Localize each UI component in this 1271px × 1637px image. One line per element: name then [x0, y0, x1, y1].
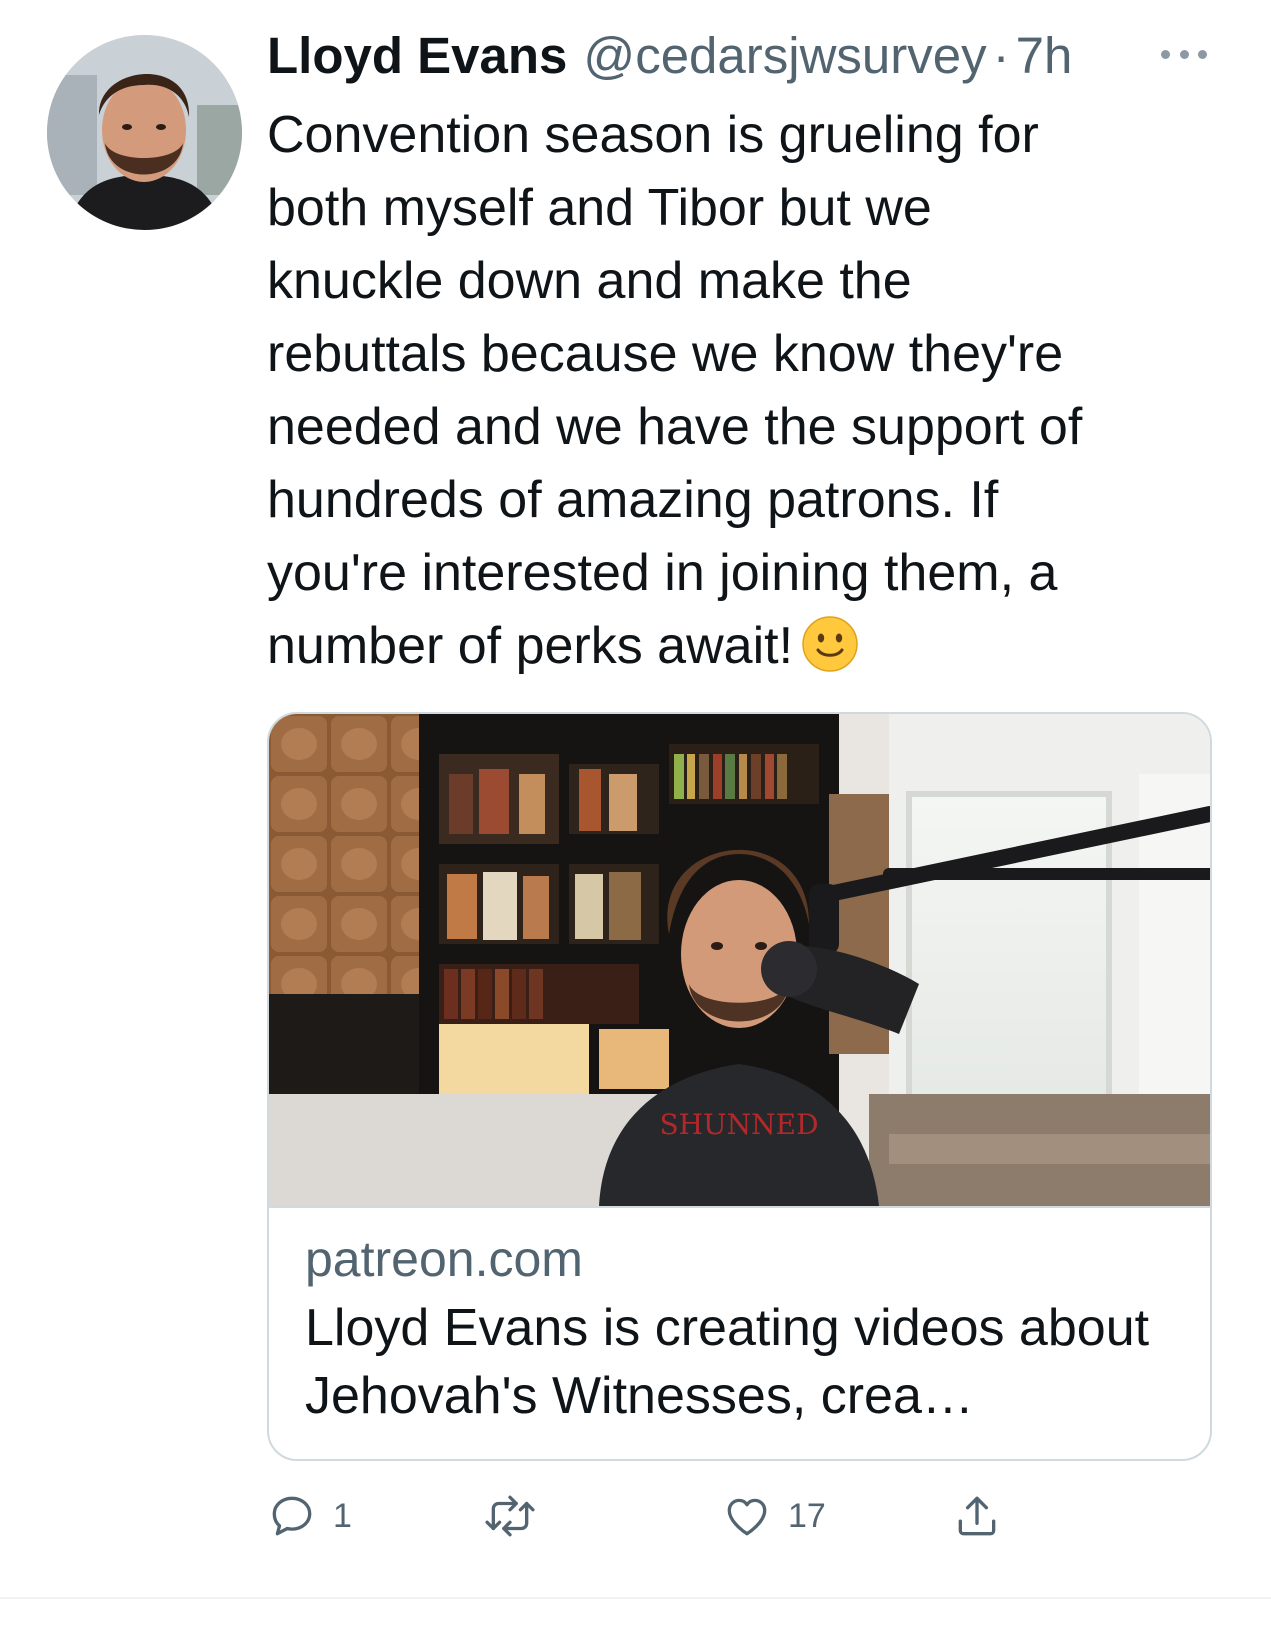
link-card-meta: patreon.com Lloyd Evans is creating vide… — [305, 1228, 1175, 1430]
reply-button[interactable]: 1 — [267, 1486, 352, 1546]
profile-photo-image — [47, 35, 242, 230]
tweet-divider — [0, 1597, 1271, 1599]
heart-icon — [727, 1498, 767, 1536]
slightly-smiling-face-emoji — [802, 616, 858, 672]
share-button[interactable] — [952, 1486, 1002, 1546]
more-options-icon[interactable] — [1161, 44, 1207, 64]
tweet-header: Lloyd Evans @cedarsjwsurvey · 7h — [267, 26, 1072, 86]
author-avatar[interactable] — [47, 35, 242, 230]
like-count: 17 — [788, 1496, 826, 1535]
link-card-image: SHUNNED — [269, 714, 1210, 1208]
like-button[interactable]: 17 — [722, 1486, 826, 1546]
author-display-name[interactable]: Lloyd Evans — [267, 26, 567, 86]
tweet-body: Convention season is grueling for both m… — [267, 99, 1207, 683]
retweet-button[interactable] — [482, 1486, 554, 1546]
link-card[interactable]: SHUNNED patreon.com Lloyd Evans is creat… — [267, 712, 1212, 1461]
reply-icon — [272, 1496, 312, 1536]
retweet-icon — [485, 1495, 535, 1537]
shirt-text: SHUNNED — [659, 1108, 818, 1141]
tweet[interactable]: Lloyd Evans @cedarsjwsurvey · 7h Convent… — [0, 0, 1271, 1600]
tweet-actions: 1 17 — [267, 1486, 1207, 1546]
reply-count: 1 — [333, 1496, 352, 1535]
author-handle[interactable]: @cedarsjwsurvey — [583, 26, 986, 86]
link-card-title: Lloyd Evans is creating videos about Jeh… — [305, 1299, 1150, 1425]
tweet-text: Convention season is grueling for both m… — [267, 106, 1083, 675]
separator-dot: · — [992, 27, 1010, 84]
share-icon — [958, 1496, 996, 1536]
tweet-timestamp[interactable]: 7h — [1016, 26, 1073, 86]
man-at-microphone-in-study-photo: SHUNNED — [269, 714, 1210, 1206]
link-card-domain: patreon.com — [305, 1231, 583, 1287]
